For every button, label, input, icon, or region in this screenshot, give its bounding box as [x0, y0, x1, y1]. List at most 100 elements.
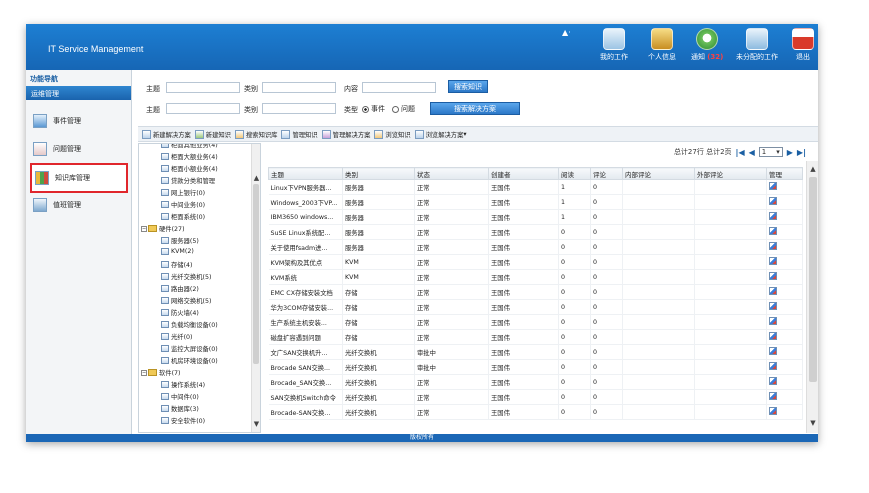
- table-cell[interactable]: KVM系统: [268, 269, 343, 285]
- edit-icon[interactable]: [769, 392, 777, 400]
- table-row[interactable]: Brocade_SAN交换... 光纤交换机 正常 王国伟 0 0: [268, 374, 803, 390]
- table-row[interactable]: 华为3COM存储安装... 存储 正常 王国伟 0 0: [268, 299, 803, 315]
- edit-icon[interactable]: [769, 347, 777, 355]
- nav-unassigned[interactable]: 未分配的工作: [736, 28, 778, 62]
- table-row[interactable]: Brocade-SAN交换... 光纤交换机 正常 王国伟 0 0: [268, 404, 803, 420]
- prev-page-icon[interactable]: ◀: [749, 148, 755, 157]
- scroll-down-icon[interactable]: ▼: [252, 420, 260, 429]
- edit-icon[interactable]: [769, 197, 777, 205]
- new-knowledge-button[interactable]: 新建知识: [194, 129, 231, 139]
- column-header[interactable]: 内部评论: [622, 167, 695, 180]
- new-solution-button[interactable]: 新建解决方案: [142, 129, 191, 139]
- column-header[interactable]: 类别: [342, 167, 415, 180]
- solution-subject-input[interactable]: [166, 103, 240, 114]
- tree-leaf[interactable]: 监控大屏设备(0): [161, 344, 218, 353]
- table-cell[interactable]: Brocade_SAN交换...: [268, 374, 343, 390]
- tree-leaf[interactable]: 数据库(3): [161, 404, 199, 413]
- table-row[interactable]: IBM3650 windows... 服务器 正常 王国伟 1 0: [268, 209, 803, 225]
- tree-leaf[interactable]: 网络交换机(5): [161, 296, 211, 305]
- type-radio-event[interactable]: 事件: [362, 104, 385, 114]
- tree-leaf[interactable]: 机房环境设备(0): [161, 356, 218, 365]
- table-row[interactable]: KVM架构及其优点 KVM 正常 王国伟 0 0: [268, 254, 803, 270]
- tree-folder[interactable]: − 硬件(27): [141, 224, 185, 233]
- table-cell[interactable]: Linux下VPN服务器...: [268, 179, 343, 195]
- last-page-icon[interactable]: ▶|: [797, 148, 806, 157]
- tree-leaf[interactable]: 光纤(0): [161, 332, 193, 341]
- manage-knowledge-button[interactable]: 管理知识: [281, 129, 318, 139]
- nav-profile[interactable]: 个人信息: [648, 28, 676, 62]
- table-cell[interactable]: 关于使用fsadm进...: [268, 239, 343, 255]
- column-header[interactable]: 评论: [590, 167, 623, 180]
- collapse-icon[interactable]: −: [141, 225, 147, 232]
- edit-icon[interactable]: [769, 332, 777, 340]
- table-cell[interactable]: Brocade-SAN交换...: [268, 404, 343, 420]
- table-row[interactable]: Brocade SAN交换... 光纤交换机 审批中 王国伟 0 0: [268, 359, 803, 375]
- scroll-up-icon[interactable]: ▲: [807, 165, 818, 174]
- table-cell[interactable]: SAN交换机Switch命令: [268, 389, 343, 405]
- tree-folder[interactable]: − 软件(7): [141, 368, 181, 377]
- sidebar-item-duty[interactable]: 值班管理: [30, 192, 128, 218]
- search-solution-button[interactable]: 搜索解决方案: [430, 102, 520, 115]
- search-knowledge-button[interactable]: 搜索知识: [448, 80, 488, 93]
- sidebar-section-ops[interactable]: 运维管理: [26, 86, 131, 100]
- grid-scroll-thumb[interactable]: [809, 177, 817, 382]
- table-cell[interactable]: Brocade SAN交换...: [268, 359, 343, 375]
- browse-solution-button[interactable]: 浏览解决方案 ▾: [414, 129, 467, 139]
- table-row[interactable]: SAN交换机Switch命令 光纤交换机 正常 王国伟 0 0: [268, 389, 803, 405]
- table-cell[interactable]: 文广SAN交换机升...: [268, 344, 343, 360]
- column-header[interactable]: 外部评论: [694, 167, 767, 180]
- sidebar-item-events[interactable]: 事件管理: [30, 108, 128, 134]
- first-page-icon[interactable]: |◀: [736, 148, 745, 157]
- table-cell[interactable]: Windows_2003下VP...: [268, 194, 343, 210]
- tree-leaf[interactable]: 服务器(5): [161, 236, 199, 245]
- edit-icon[interactable]: [769, 257, 777, 265]
- tree-leaf[interactable]: 中间业务(0): [161, 200, 205, 209]
- tree-leaf[interactable]: 柜面其他业务(4): [161, 144, 218, 149]
- table-cell[interactable]: KVM架构及其优点: [268, 254, 343, 270]
- column-header[interactable]: 创建者: [488, 167, 559, 180]
- table-cell[interactable]: 生产系统主机安装...: [268, 314, 343, 330]
- table-row[interactable]: 磁盘扩容遇到问题 存储 正常 王国伟 0 0: [268, 329, 803, 345]
- table-row[interactable]: SuSE Linux系统配... 服务器 正常 王国伟 0 0: [268, 224, 803, 240]
- nav-exit[interactable]: 退出: [792, 28, 814, 62]
- tree-leaf[interactable]: 贷款分类和管理: [161, 176, 215, 185]
- table-cell[interactable]: SuSE Linux系统配...: [268, 224, 343, 240]
- page-select[interactable]: 1 ▾: [758, 147, 783, 157]
- category-input[interactable]: [262, 82, 336, 93]
- tree-leaf[interactable]: 安全软件(0): [161, 416, 205, 425]
- column-header[interactable]: 主题: [268, 167, 343, 180]
- manage-solution-button[interactable]: 管理解决方案: [321, 129, 370, 139]
- edit-icon[interactable]: [769, 242, 777, 250]
- sidebar-item-knowledge[interactable]: 知识库管理: [30, 163, 128, 193]
- search-kb-button[interactable]: 搜索知识库: [234, 129, 277, 139]
- subject-input[interactable]: [166, 82, 240, 93]
- table-cell[interactable]: 磁盘扩容遇到问题: [268, 329, 343, 345]
- tree-scroll-thumb[interactable]: [253, 184, 259, 364]
- type-radio-problem[interactable]: 问题: [392, 104, 415, 114]
- column-header[interactable]: 状态: [414, 167, 489, 180]
- edit-icon[interactable]: [769, 212, 777, 220]
- edit-icon[interactable]: [769, 227, 777, 235]
- edit-icon[interactable]: [769, 302, 777, 310]
- tree-leaf[interactable]: 防火墙(4): [161, 308, 199, 317]
- tree-leaf[interactable]: 网上银行(0): [161, 188, 205, 197]
- table-row[interactable]: EMC CX存储安装文档 存储 正常 王国伟 0 0: [268, 284, 803, 300]
- tree-leaf[interactable]: 路由器(2): [161, 284, 199, 293]
- scroll-up-icon[interactable]: ▲: [252, 174, 260, 183]
- tree-leaf[interactable]: KVM(2): [161, 248, 194, 255]
- sidebar-item-problems[interactable]: 问题管理: [30, 136, 128, 162]
- column-header[interactable]: 阅读: [558, 167, 591, 180]
- solution-category-input[interactable]: [262, 103, 336, 114]
- scroll-down-icon[interactable]: ▼: [807, 419, 818, 428]
- edit-icon[interactable]: [769, 272, 777, 280]
- tree-leaf[interactable]: 柜面大额业务(4): [161, 152, 218, 161]
- edit-icon[interactable]: [769, 362, 777, 370]
- browse-knowledge-button[interactable]: 浏览知识: [374, 129, 411, 139]
- tree-leaf[interactable]: 负载均衡设备(0): [161, 320, 218, 329]
- table-row[interactable]: 文广SAN交换机升... 光纤交换机 审批中 王国伟 0 0: [268, 344, 803, 360]
- table-row[interactable]: 生产系统主机安装... 存储 正常 王国伟 0 0: [268, 314, 803, 330]
- table-cell[interactable]: 华为3COM存储安装...: [268, 299, 343, 315]
- edit-icon[interactable]: [769, 317, 777, 325]
- next-page-icon[interactable]: ▶: [787, 148, 793, 157]
- grid-scrollbar[interactable]: ▲ ▼: [806, 161, 818, 433]
